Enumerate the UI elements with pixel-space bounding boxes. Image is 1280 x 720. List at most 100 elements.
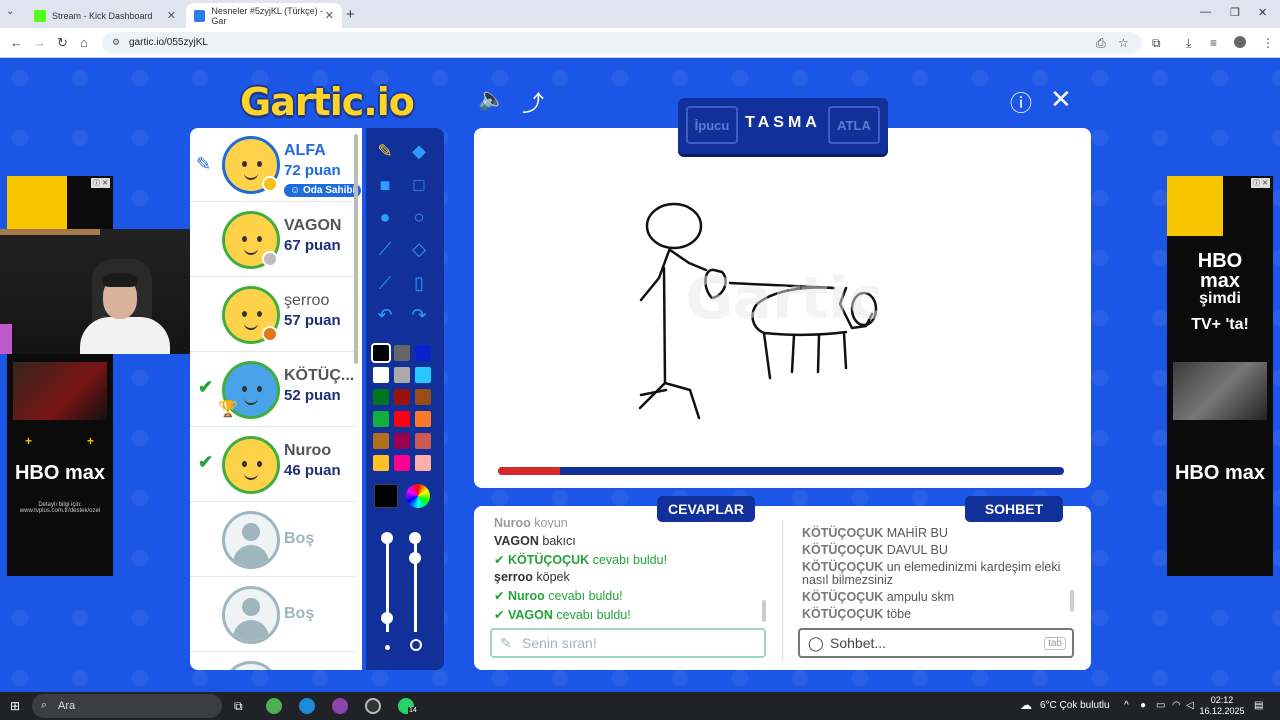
color-wheel-icon[interactable] xyxy=(406,484,430,508)
undo-tool-icon[interactable]: ↶ xyxy=(370,300,400,330)
color-swatch[interactable] xyxy=(394,345,410,361)
pencil-tool-icon[interactable]: ✎ xyxy=(370,136,400,166)
notifications-icon[interactable]: ▤ xyxy=(1254,700,1263,711)
chat-input[interactable]: ◯ Sohbet... tab xyxy=(798,628,1074,658)
color-swatch[interactable] xyxy=(394,455,410,471)
back-icon[interactable]: ← xyxy=(10,35,23,50)
minimize-icon[interactable]: — xyxy=(1200,6,1211,18)
skip-button[interactable]: ATLA xyxy=(828,106,880,144)
answer-input[interactable]: ✎ Senin sıran! xyxy=(490,628,766,658)
color-swatch[interactable] xyxy=(415,367,431,383)
player-row[interactable]: VAGON 67 puan xyxy=(190,203,356,277)
share-icon[interactable]: ⤴ xyxy=(522,86,544,118)
brush-size-knob[interactable] xyxy=(381,612,393,624)
eraser-tool-icon[interactable]: ◆ xyxy=(404,136,434,166)
ellipse-tool-icon[interactable]: ○ xyxy=(404,202,434,232)
players-scrollbar[interactable] xyxy=(354,134,358,364)
site-info-icon[interactable]: ⚙ xyxy=(112,37,120,48)
color-swatch[interactable] xyxy=(394,433,410,449)
mouth xyxy=(244,398,258,405)
info-icon[interactable]: ⓘ xyxy=(1010,86,1032,118)
color-swatch[interactable] xyxy=(373,367,389,383)
task-view-icon[interactable]: ⧉ xyxy=(234,699,243,714)
reload-icon[interactable]: ↻ xyxy=(57,35,68,51)
download-icon[interactable]: ⤓ xyxy=(1186,36,1191,51)
hint-button[interactable]: İpucu xyxy=(686,106,738,144)
profile-avatar-icon[interactable] xyxy=(1234,36,1246,48)
empty-slot[interactable] xyxy=(190,653,356,670)
ad-choices-icon[interactable]: ⓘ ✕ xyxy=(1251,178,1270,188)
taskbar-search[interactable]: ⌕ Ara xyxy=(32,694,222,718)
color-swatch[interactable] xyxy=(394,411,410,427)
redo-tool-icon[interactable]: ↷ xyxy=(404,300,434,330)
url-field[interactable]: ⚙ gartic.io/055zyjKL xyxy=(102,32,1142,54)
ad-choices-icon[interactable]: ⓘ ✕ xyxy=(91,178,110,188)
player-row[interactable]: ✎ ALFA 72 puan ☺ Oda Sahibi xyxy=(190,128,362,202)
right-ad-banner[interactable]: ⓘ ✕ HBO max şimdi TV+ 'ta! HBO max xyxy=(1167,176,1273,576)
browser-menu-icon[interactable]: ⋮ xyxy=(1262,36,1274,50)
wifi-icon[interactable]: ◠ xyxy=(1172,700,1181,711)
color-swatch[interactable] xyxy=(373,411,389,427)
messenger-icon[interactable] xyxy=(332,698,348,714)
windows-start-icon[interactable]: ⊞ xyxy=(10,699,20,713)
install-app-icon[interactable]: ⎙ xyxy=(1096,36,1106,51)
tab-kick-dashboard[interactable]: Stream - Kick Dashboard ✕ xyxy=(26,3,184,28)
silver-medal-icon xyxy=(262,251,278,267)
line-tool-icon[interactable]: ⟋ xyxy=(370,234,400,264)
close-tab-icon[interactable]: ✕ xyxy=(167,9,176,22)
new-tab-icon[interactable]: + xyxy=(346,6,355,23)
forward-icon[interactable]: → xyxy=(33,35,46,50)
drawing-canvas[interactable]: Gartic xyxy=(474,128,1091,488)
reading-list-icon[interactable]: ≡ xyxy=(1210,36,1217,50)
color-swatch[interactable] xyxy=(415,411,431,427)
network-icon[interactable]: ▭ xyxy=(1156,700,1165,711)
home-icon[interactable]: ⌂ xyxy=(80,35,88,50)
exit-icon[interactable]: ✕ xyxy=(1050,84,1072,115)
sound-icon[interactable]: 🔈 xyxy=(478,86,505,112)
opacity-knob[interactable] xyxy=(409,552,421,564)
color-swatch[interactable] xyxy=(415,455,431,471)
chrome-icon[interactable] xyxy=(266,698,282,714)
chat-scrollbar[interactable] xyxy=(1070,590,1074,612)
current-color-swatch[interactable] xyxy=(374,484,398,508)
tab-search-icon[interactable]: ⌄ xyxy=(6,6,14,17)
filled-rect-tool-icon[interactable]: ■ xyxy=(370,170,400,200)
eyedropper-tool-icon[interactable]: ⟋ xyxy=(370,268,400,298)
restore-icon[interactable]: ❐ xyxy=(1230,6,1240,19)
player-row[interactable]: şerroo 57 puan xyxy=(190,278,356,352)
window-close-icon[interactable]: ✕ xyxy=(1258,6,1267,19)
opacity-top-knob[interactable] xyxy=(409,532,421,544)
answers-scrollbar[interactable] xyxy=(762,600,766,622)
tray-chevron-icon[interactable]: ^ xyxy=(1124,700,1129,711)
color-swatch[interactable] xyxy=(415,345,431,361)
close-tab-icon[interactable]: ✕ xyxy=(325,9,334,22)
color-swatch[interactable] xyxy=(394,367,410,383)
filled-ellipse-tool-icon[interactable]: ● xyxy=(370,202,400,232)
edge-icon[interactable] xyxy=(299,698,315,714)
clock[interactable]: 02:12 16.12.2025 xyxy=(1198,695,1246,717)
bookmark-star-icon[interactable]: ☆ xyxy=(1118,36,1129,50)
player-row[interactable]: ✔ 🏆 KÖTÜÇ... 52 puan xyxy=(190,353,356,427)
player-row[interactable]: ✔ Nuroo 46 puan xyxy=(190,428,356,502)
color-swatch[interactable] xyxy=(373,389,389,405)
empty-slot[interactable]: Boş xyxy=(190,503,356,577)
extensions-icon[interactable]: ⧉ xyxy=(1152,36,1161,51)
fill-tool-icon[interactable]: ◇ xyxy=(404,234,434,264)
brush-size-top-knob[interactable] xyxy=(381,532,393,544)
check-icon: ✔ xyxy=(494,553,505,567)
weather-icon[interactable]: ☁ xyxy=(1020,698,1032,712)
empty-slot[interactable]: Boş xyxy=(190,578,356,652)
volume-icon[interactable]: ◁ xyxy=(1186,700,1194,711)
color-swatch[interactable] xyxy=(394,389,410,405)
color-swatch[interactable] xyxy=(415,433,431,449)
rect-tool-icon[interactable]: □ xyxy=(404,170,434,200)
color-swatch[interactable] xyxy=(415,389,431,405)
obs-icon[interactable] xyxy=(365,698,381,714)
weather-text[interactable]: 6°C Çok bulutlu xyxy=(1040,700,1110,711)
color-swatch[interactable] xyxy=(373,433,389,449)
color-swatch[interactable] xyxy=(373,455,389,471)
tab-gartic[interactable]: Nesneler #5zyjKL (Türkçe) - Gar ✕ xyxy=(186,3,342,28)
color-swatch[interactable] xyxy=(371,343,391,363)
mic-icon[interactable]: ● xyxy=(1140,700,1146,711)
page-tool-icon[interactable]: ▯ xyxy=(404,268,434,298)
